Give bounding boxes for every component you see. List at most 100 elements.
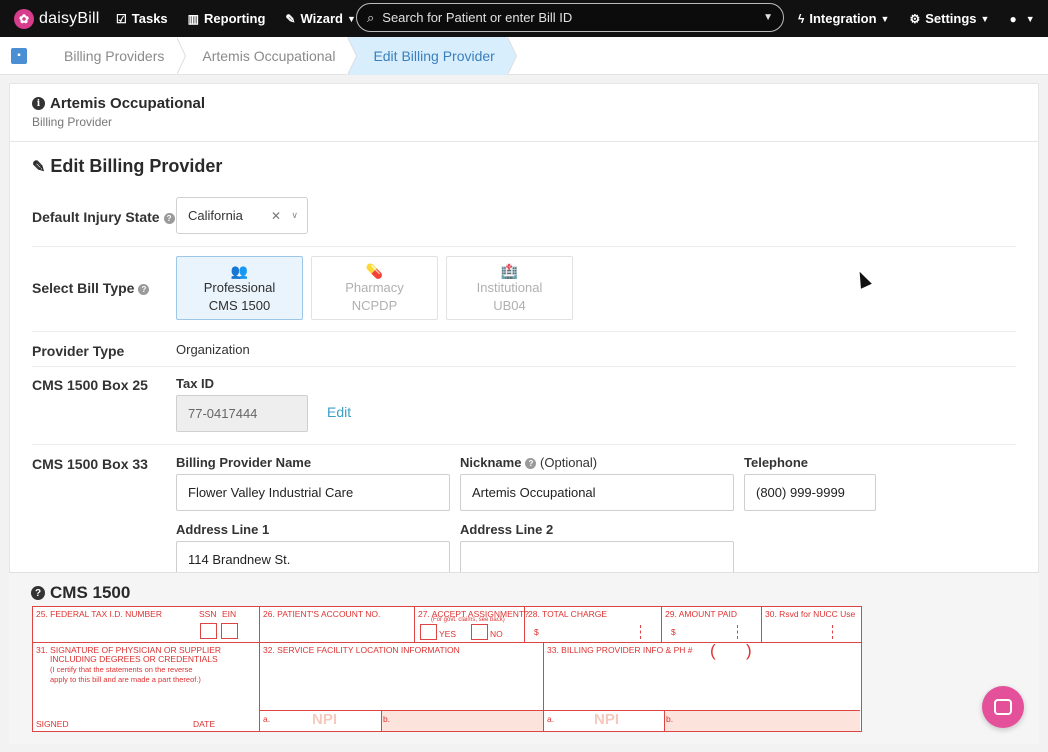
bill-type-institutional[interactable]: 🏥 Institutional UB04 (446, 256, 573, 320)
nav-integration-label: Integration (809, 11, 877, 26)
chat-launcher-button[interactable] (982, 686, 1024, 728)
nav-integration[interactable]: ϟ Integration ▼ (788, 0, 899, 37)
breadcrumb-provider[interactable]: Artemis Occupational (176, 36, 358, 75)
info-icon: i (32, 97, 45, 110)
box30-cell: 30. Rsvd for NUCC Use (762, 607, 861, 643)
box31-text: apply to this bill and are made a part t… (50, 675, 201, 684)
box27-note: (For govt. claims, see back) (431, 617, 505, 623)
help-icon[interactable]: ? (163, 212, 175, 224)
breadcrumb-home[interactable]: ▪ (0, 37, 38, 75)
cents-divider (737, 625, 738, 639)
chevron-down-icon: ∨ (291, 210, 298, 220)
chevron-down-icon[interactable]: ▼ (763, 12, 773, 23)
bill-type-label: Select Bill Type? (32, 280, 150, 296)
ein-checkbox (221, 623, 238, 639)
npi-watermark: NPI (312, 711, 338, 728)
divider (381, 710, 382, 731)
search-icon: ⌕ (367, 9, 375, 25)
yes-text: YES (439, 629, 457, 639)
checkbox-icon: ☑ (116, 11, 127, 26)
injury-state-label-text: Default Injury State (32, 209, 160, 225)
nav-wizard[interactable]: ✎ Wizard ▼ (275, 0, 365, 37)
nav-settings[interactable]: ⚙ Settings ▼ (899, 0, 999, 37)
nav-tasks[interactable]: ☑ Tasks (106, 0, 178, 37)
telephone-label: Telephone (744, 455, 809, 470)
divider (664, 710, 665, 731)
clear-icon[interactable]: ✕ (271, 209, 281, 223)
box29-cell: 29. AMOUNT PAID $ (662, 607, 762, 643)
nav-wizard-label: Wizard (300, 11, 343, 26)
ssn-text: SSN (199, 609, 217, 619)
cents-divider (832, 625, 833, 639)
box26-cell: 26. PATIENT'S ACCOUNT NO. (260, 607, 415, 643)
yes-checkbox (420, 624, 437, 640)
help-icon: ? (31, 586, 45, 600)
brand[interactable]: ✿ daisyBill (14, 8, 106, 29)
box25-cell: 25. FEDERAL TAX I.D. NUMBER SSN EIN (33, 607, 260, 643)
npi-b-label: b. (666, 714, 674, 724)
nav-user[interactable]: ● ▼ (999, 0, 1044, 37)
box32b-field: b. (381, 710, 543, 731)
section-title: ✎ Edit Billing Provider (32, 156, 222, 177)
user-circle-icon: ● (1009, 11, 1017, 26)
tax-id-value: 77-0417444 (188, 406, 258, 421)
edit-provider-card: i Artemis Occupational Billing Provider … (9, 83, 1039, 578)
help-icon[interactable]: ? (138, 283, 150, 295)
cms1500-title: ? CMS 1500 (31, 583, 130, 603)
npi-watermark: NPI (594, 711, 620, 728)
phone-paren-open: ( (710, 641, 716, 660)
billing-name-field[interactable]: Flower Valley Industrial Care (176, 474, 450, 511)
page-subtitle: Billing Provider (32, 115, 113, 129)
injury-state-value: California (188, 208, 243, 223)
bolt-icon: ϟ (798, 11, 805, 26)
box29-text: 29. AMOUNT PAID (665, 609, 737, 619)
top-nav: ✿ daisyBill ☑ Tasks ▥ Reporting ✎ Wizard… (0, 0, 1048, 37)
help-icon[interactable]: ? (525, 458, 537, 470)
nav-reporting-label: Reporting (204, 11, 266, 26)
cms1500-title-text: CMS 1500 (50, 583, 131, 602)
divider (260, 710, 381, 711)
search-input[interactable]: ⌕ Search for Patient or enter Bill ID ▼ (356, 3, 784, 32)
cms1500-form: 25. FEDERAL TAX I.D. NUMBER SSN EIN 26. … (32, 606, 862, 732)
divider (32, 246, 1016, 247)
edit-icon: ✎ (32, 158, 46, 176)
brand-name: daisyBill (39, 9, 100, 27)
telephone-field[interactable]: (800) 999-9999 (744, 474, 876, 511)
breadcrumb-label: Edit Billing Provider (373, 47, 495, 64)
page-title-text: Artemis Occupational (50, 95, 206, 112)
chat-bubble-icon (994, 699, 1012, 715)
injury-state-select[interactable]: California ✕ ∨ (176, 197, 308, 234)
tax-id-field: 77-0417444 (176, 395, 308, 432)
box31-cell: 31. SIGNATURE OF PHYSICIAN OR SUPPLIER I… (33, 643, 260, 732)
divider (10, 141, 1038, 142)
divider (32, 366, 1016, 367)
dollar-text: $ (534, 627, 539, 637)
bill-type-sub: NCPDP (351, 298, 398, 313)
gear-icon: ⚙ (909, 11, 921, 26)
contact-card-icon: ▪ (11, 47, 27, 64)
box31-text: (I certify that the statements on the re… (50, 665, 193, 674)
date-text: DATE (193, 719, 216, 729)
daisy-logo-icon: ✿ (14, 8, 34, 29)
bill-type-professional[interactable]: 👥 Professional CMS 1500 (176, 256, 303, 320)
nav-reporting[interactable]: ▥ Reporting (178, 0, 276, 37)
nickname-field[interactable]: Artemis Occupational (460, 474, 734, 511)
box28-cell: 28. TOTAL CHARGE $ (525, 607, 662, 643)
box28-text: 28. TOTAL CHARGE (528, 609, 608, 619)
divider (32, 331, 1016, 332)
breadcrumb-billing-providers[interactable]: Billing Providers (38, 36, 187, 75)
breadcrumb-label: Billing Providers (64, 47, 165, 64)
chevron-down-icon: ▼ (880, 13, 890, 24)
cents-divider (640, 625, 641, 639)
telephone-value: (800) 999-9999 (756, 485, 845, 500)
bill-type-name: Professional (203, 280, 276, 295)
box31-text: INCLUDING DEGREES OR CREDENTIALS (50, 654, 218, 664)
bill-type-label-text: Select Bill Type (32, 280, 135, 296)
bill-type-name: Pharmacy (345, 280, 404, 295)
injury-state-label: Default Injury State? (32, 209, 175, 225)
nickname-label: Nickname? (Optional) (460, 455, 597, 470)
bill-type-pharmacy[interactable]: 💊 Pharmacy NCPDP (311, 256, 438, 320)
box26-text: 26. PATIENT'S ACCOUNT NO. (263, 609, 381, 619)
divider (544, 710, 664, 711)
edit-tax-id-link[interactable]: Edit (327, 404, 351, 420)
